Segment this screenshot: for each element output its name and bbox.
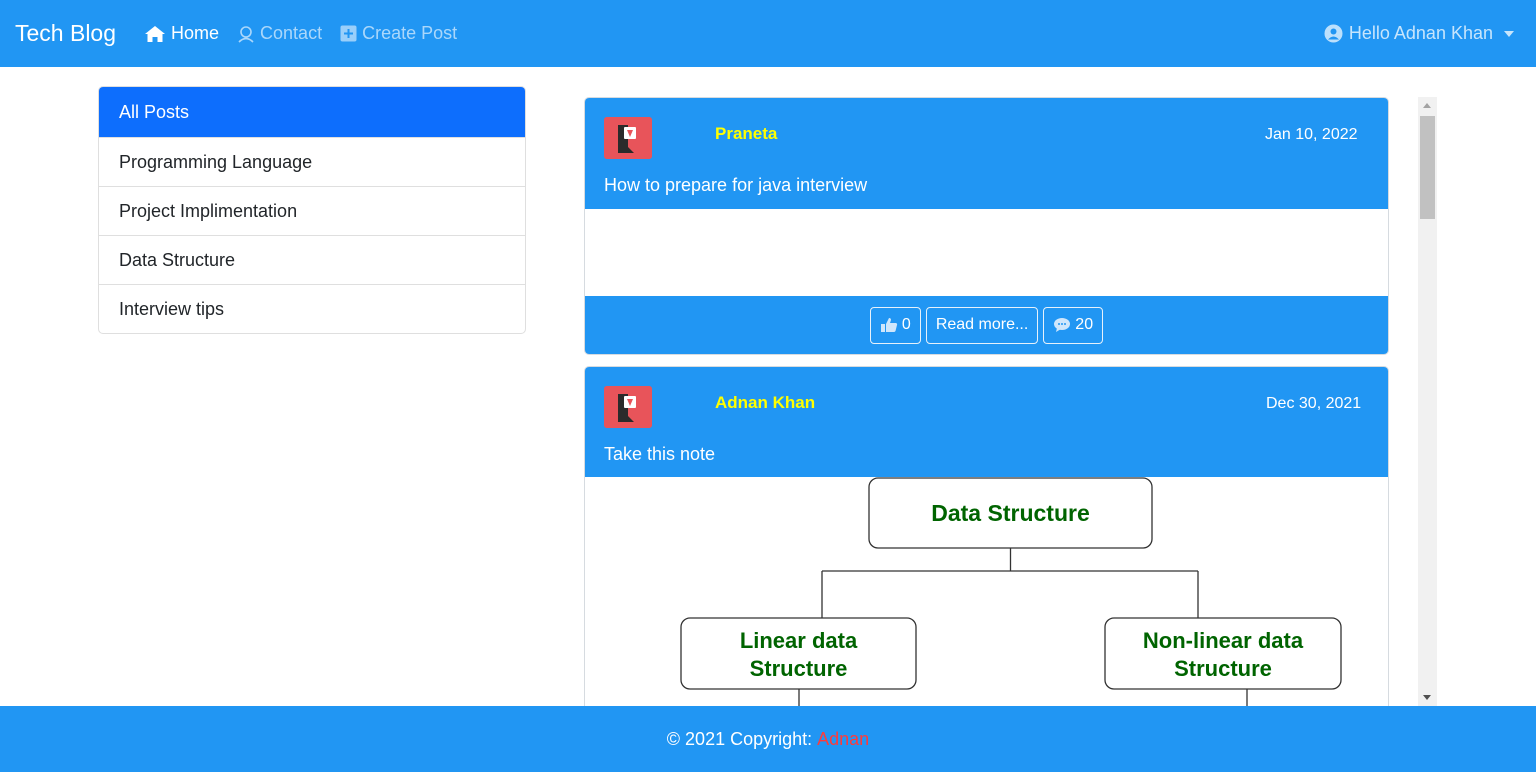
top-navbar: Tech Blog Home Contact Create Post Hello…	[0, 0, 1536, 67]
home-icon	[145, 25, 166, 42]
scroll-thumb[interactable]	[1420, 116, 1435, 219]
author-avatar	[604, 386, 652, 428]
category-item-programming-language[interactable]: Programming Language	[99, 137, 525, 186]
contact-icon	[238, 25, 254, 43]
post-title: How to prepare for java interview	[604, 175, 868, 195]
scroll-up-arrow-icon[interactable]	[1423, 103, 1431, 108]
post-author[interactable]: Adnan Khan	[715, 393, 815, 413]
plus-square-icon	[340, 25, 357, 42]
nav-create-post-label: Create Post	[362, 23, 458, 43]
post-card: Adnan Khan Dec 30, 2021 Take this note D…	[584, 366, 1389, 706]
comment-count: 20	[1075, 316, 1094, 333]
like-button[interactable]: 0	[869, 306, 921, 344]
diagram-root-label: Data Structure	[931, 500, 1089, 526]
diagram-connector	[798, 689, 1248, 706]
author-avatar-icon	[604, 386, 652, 428]
footer-owner-link[interactable]: Adnan	[817, 729, 869, 750]
like-count: 0	[901, 316, 911, 333]
category-item-project-implimentation[interactable]: Project Implimentation	[99, 186, 525, 235]
category-item-all-posts[interactable]: All Posts	[99, 87, 525, 137]
nav-home-link[interactable]: Home	[144, 23, 219, 44]
thumbs-up-icon	[880, 318, 898, 332]
nav-contact-label: Contact	[260, 23, 323, 43]
data-structure-diagram: Data Structure Linear data Structure Non…	[680, 477, 1342, 706]
post-header: Praneta Jan 10, 2022 How to prepare for …	[585, 98, 1388, 209]
post-date: Dec 30, 2021	[1266, 395, 1362, 412]
user-greeting: Hello Adnan Khan	[1348, 23, 1493, 43]
diagram-left-label-line1: Linear data	[740, 628, 858, 653]
footer-copyright: © 2021 Copyright:	[666, 728, 813, 749]
category-item-data-structure[interactable]: Data Structure	[99, 235, 525, 284]
chevron-down-icon	[1504, 30, 1514, 37]
posts-container: Praneta Jan 10, 2022 How to prepare for …	[584, 97, 1389, 706]
nav-create-post-link[interactable]: Create Post	[340, 23, 457, 44]
category-item-interview-tips[interactable]: Interview tips	[99, 284, 525, 333]
user-dropdown[interactable]: Hello Adnan Khan	[1324, 0, 1514, 67]
author-avatar-icon	[604, 117, 652, 159]
diagram-right-label-line1: Non-linear data	[1143, 628, 1304, 653]
author-avatar	[604, 117, 652, 159]
posts-scrollbar[interactable]	[1418, 97, 1437, 706]
post-title: Take this note	[604, 444, 716, 464]
post-header: Adnan Khan Dec 30, 2021 Take this note	[585, 367, 1388, 477]
page-footer: © 2021 Copyright: Adnan	[0, 706, 1536, 772]
post-date: Jan 10, 2022	[1265, 126, 1358, 143]
read-more-button[interactable]: Read more...	[925, 306, 1039, 344]
category-list: All Posts Programming Language Project I…	[98, 86, 526, 334]
scroll-down-arrow-icon[interactable]	[1423, 695, 1431, 700]
post-card: Praneta Jan 10, 2022 How to prepare for …	[584, 97, 1389, 355]
diagram-left-label-line2: Structure	[750, 656, 848, 681]
post-footer: 0 Read more... 20	[585, 296, 1388, 354]
post-author[interactable]: Praneta	[715, 124, 777, 144]
post-image: Data Structure Linear data Structure Non…	[585, 477, 1388, 706]
brand-link[interactable]: Tech Blog	[15, 20, 116, 47]
comment-icon	[1054, 318, 1071, 332]
read-more-label: Read more...	[935, 316, 1029, 333]
diagram-right-label-line2: Structure	[1174, 656, 1272, 681]
comments-button[interactable]: 20	[1043, 306, 1104, 344]
user-circle-icon	[1324, 24, 1343, 43]
nav-home-label: Home	[171, 23, 220, 43]
diagram-connector	[821, 548, 1199, 618]
post-body	[585, 209, 1388, 296]
nav-contact-link[interactable]: Contact	[237, 23, 322, 44]
